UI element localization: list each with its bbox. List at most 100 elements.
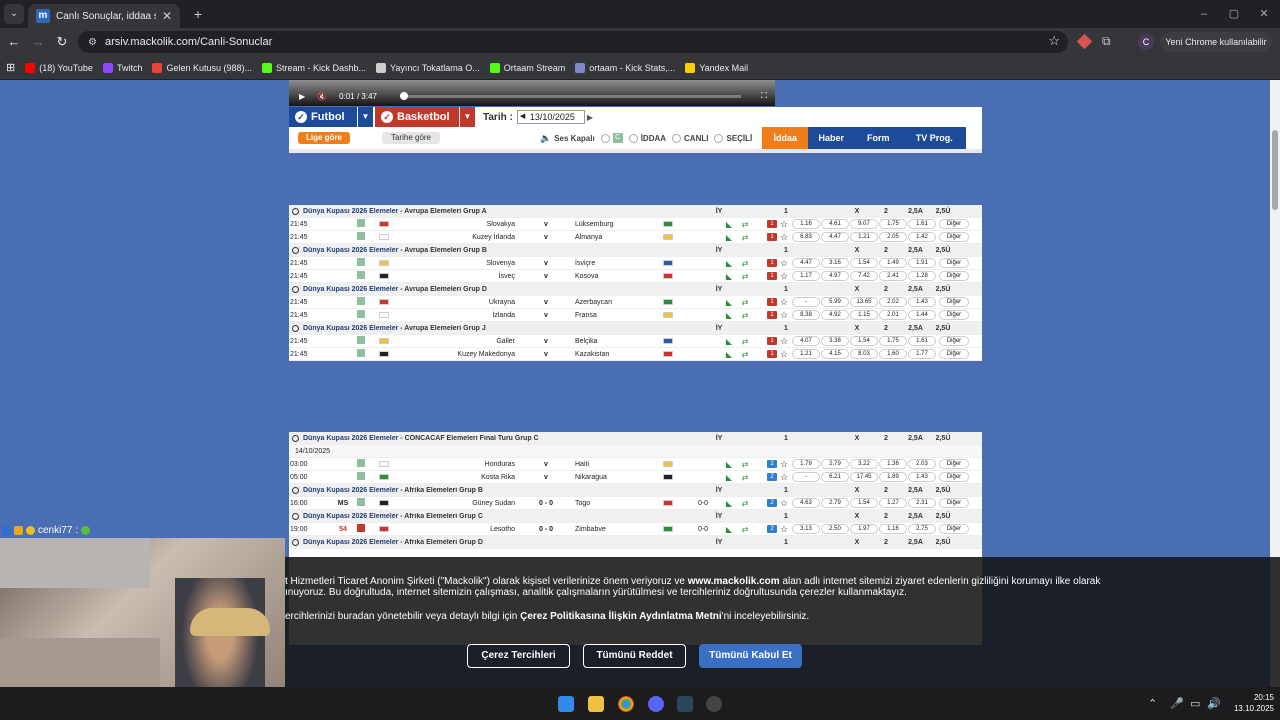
bookmark-kick-stats[interactable]: ortaam - Kick Stats,... [575, 62, 675, 73]
football-dropdown-icon[interactable]: ▼ [357, 107, 373, 127]
more-odds-button[interactable]: Diğer [939, 459, 969, 469]
match-row[interactable]: 21:45 Slovenya v İsviçre ◣ ⇄ 1 ☆ 4.47 3.16 1.54 1.4… [289, 257, 982, 270]
tray-chevron-icon[interactable]: ⌃ [1148, 697, 1157, 710]
home-team[interactable]: Kosta Rika [401, 474, 521, 481]
cookie-preferences-button[interactable]: Çerez Tercihleri [467, 644, 570, 668]
odds-button[interactable]: 1.28 [908, 271, 936, 281]
odds-button[interactable]: 4.15 [821, 349, 849, 359]
fullscreen-icon[interactable]: ⛶ [761, 91, 767, 101]
odds-button[interactable]: 13.65 [850, 297, 878, 307]
tab-form[interactable]: Form [854, 127, 903, 149]
lineup-icon[interactable]: ⇄ [737, 460, 753, 469]
lineup-icon[interactable]: ⇄ [737, 499, 753, 508]
odds-button[interactable]: 8.38 [792, 310, 820, 320]
stats-icon[interactable]: ◣ [721, 298, 737, 307]
odds-button[interactable]: 1.21 [792, 349, 820, 359]
odds-button[interactable]: 4.97 [821, 271, 849, 281]
more-odds-button[interactable]: Diğer [939, 258, 969, 268]
tab-news[interactable]: Haber [808, 127, 855, 149]
more-odds-button[interactable]: Diğer [939, 349, 969, 359]
by-date-button[interactable]: Tarihe göre [382, 132, 440, 144]
favorite-star-icon[interactable]: ☆ [777, 219, 791, 230]
more-odds-button[interactable]: Diğer [939, 524, 969, 534]
stats-icon[interactable]: ◣ [721, 350, 737, 359]
match-row[interactable]: 16:00 MS Güney Sudan 0 - 0 Togo 0-0 ◣ ⇄ 2 ☆ 4.63 2.… [289, 497, 982, 510]
live-radio[interactable] [672, 133, 682, 143]
more-odds-button[interactable]: Diğer [939, 336, 969, 346]
extensions-puzzle-icon[interactable]: ⧉ [1102, 34, 1111, 49]
basketball-tab[interactable]: ✓ Basketbol [375, 107, 459, 127]
away-team[interactable]: Kazakistan [571, 351, 663, 358]
bookmark-star-icon[interactable]: ☆ [1048, 33, 1060, 49]
favorite-star-icon[interactable]: ☆ [777, 349, 791, 360]
iddaa-filter[interactable]: İDDAA [628, 133, 666, 143]
scroll-thumb[interactable] [1272, 130, 1278, 210]
live-filter[interactable]: CANLI [672, 133, 708, 143]
away-team[interactable]: Kosova [571, 273, 663, 280]
odds-button[interactable]: 1.16 [879, 524, 907, 534]
steam-icon[interactable] [677, 696, 693, 712]
home-team[interactable]: Galler [401, 338, 521, 345]
stats-icon[interactable]: ◣ [721, 473, 737, 482]
odds-button[interactable]: 1.79 [792, 459, 820, 469]
away-team[interactable]: Fransa [571, 312, 663, 319]
match-row[interactable]: 21:45 Ukrayna v Azerbaycan ◣ ⇄ 1 ☆ -5.99 13.65 2.0… [289, 296, 982, 309]
basketball-dropdown-icon[interactable]: ▼ [459, 107, 475, 127]
lineup-icon[interactable]: ⇄ [737, 311, 753, 320]
new-tab-button[interactable]: + [188, 4, 208, 24]
tv-channel-icon[interactable] [357, 336, 379, 346]
video-player[interactable]: ▶ 🔇 0:01 / 3:47 ⛶ [289, 80, 775, 106]
more-odds-button[interactable]: Diğer [939, 232, 969, 242]
bookmark-youtube[interactable]: (18) YouTube [25, 62, 93, 73]
discord-icon[interactable] [648, 696, 664, 712]
prev-date-icon[interactable]: ◀ [520, 111, 525, 123]
odds-button[interactable]: 4.63 [792, 498, 820, 508]
home-team[interactable]: Güney Sudan [401, 500, 521, 507]
tv-channel-icon[interactable] [357, 297, 379, 307]
lineup-icon[interactable]: ⇄ [737, 259, 753, 268]
home-team[interactable]: Kuzey İrlanda [401, 234, 521, 241]
bookmark-gmail[interactable]: Gelen Kutusu (988)... [152, 62, 252, 73]
odds-button[interactable]: 1.43 [908, 472, 936, 482]
tab-close-icon[interactable]: ✕ [162, 9, 172, 23]
match-row[interactable]: 21:45 İzlanda v Fransa ◣ ⇄ 1 ☆ 8.38 4.92 1.15 2.01 1… [289, 309, 982, 322]
network-icon[interactable]: ▭ [1190, 697, 1200, 710]
microphone-icon[interactable]: 🎤 [1170, 697, 1184, 710]
away-team[interactable]: Haiti [571, 461, 663, 468]
tv-channel-icon[interactable] [357, 232, 379, 242]
reload-button[interactable]: ↻ [54, 34, 70, 50]
favorite-star-icon[interactable]: ☆ [777, 498, 791, 509]
match-row[interactable]: 21:45 İsveç v Kosova ◣ ⇄ 1 ☆ 1.17 4.97 7.42 2.41 1.2… [289, 270, 982, 283]
odds-button[interactable]: 2.75 [908, 524, 936, 534]
volume-icon[interactable]: 🔊 [1207, 697, 1221, 710]
tv-channel-icon[interactable] [357, 310, 379, 320]
odds-button[interactable]: 3.22 [850, 459, 878, 469]
odds-button[interactable]: 1.75 [879, 219, 907, 229]
selected-filter[interactable]: SEÇİLİ [714, 133, 752, 143]
by-league-button[interactable]: Lige göre [298, 132, 350, 144]
stats-icon[interactable]: ◣ [721, 259, 737, 268]
iddaa-radio[interactable] [628, 133, 638, 143]
odds-button[interactable]: 9.07 [850, 219, 878, 229]
odds-button[interactable]: 17.45 [850, 472, 878, 482]
stats-icon[interactable]: ◣ [721, 220, 737, 229]
away-team[interactable]: Azerbaycan [571, 299, 663, 306]
odds-button[interactable]: 1.54 [850, 336, 878, 346]
away-team[interactable]: Nikaragua [571, 474, 663, 481]
more-odds-button[interactable]: Diğer [939, 310, 969, 320]
odds-button[interactable]: 1.44 [908, 310, 936, 320]
away-team[interactable]: İsviçre [571, 260, 663, 267]
odds-button[interactable]: 1.49 [879, 258, 907, 268]
stats-icon[interactable]: ◣ [721, 311, 737, 320]
clock-date[interactable]: 13.10.2025 [1226, 704, 1274, 713]
play-icon[interactable]: ▶ [299, 92, 305, 101]
odds-button[interactable]: 4.92 [821, 310, 849, 320]
odds-button[interactable]: 2.05 [879, 232, 907, 242]
bookmark-twitch[interactable]: Twitch [102, 62, 142, 73]
odds-button[interactable]: 1.36 [879, 459, 907, 469]
extension-icon[interactable] [1076, 33, 1093, 50]
league-name[interactable]: Dünya Kupası 2026 Elemeler [303, 208, 398, 215]
bookmark-kick-dashboard[interactable]: Stream - Kick Dashb... [262, 62, 366, 73]
odds-button[interactable]: 1.77 [908, 349, 936, 359]
home-team[interactable]: Slovakya [401, 221, 521, 228]
